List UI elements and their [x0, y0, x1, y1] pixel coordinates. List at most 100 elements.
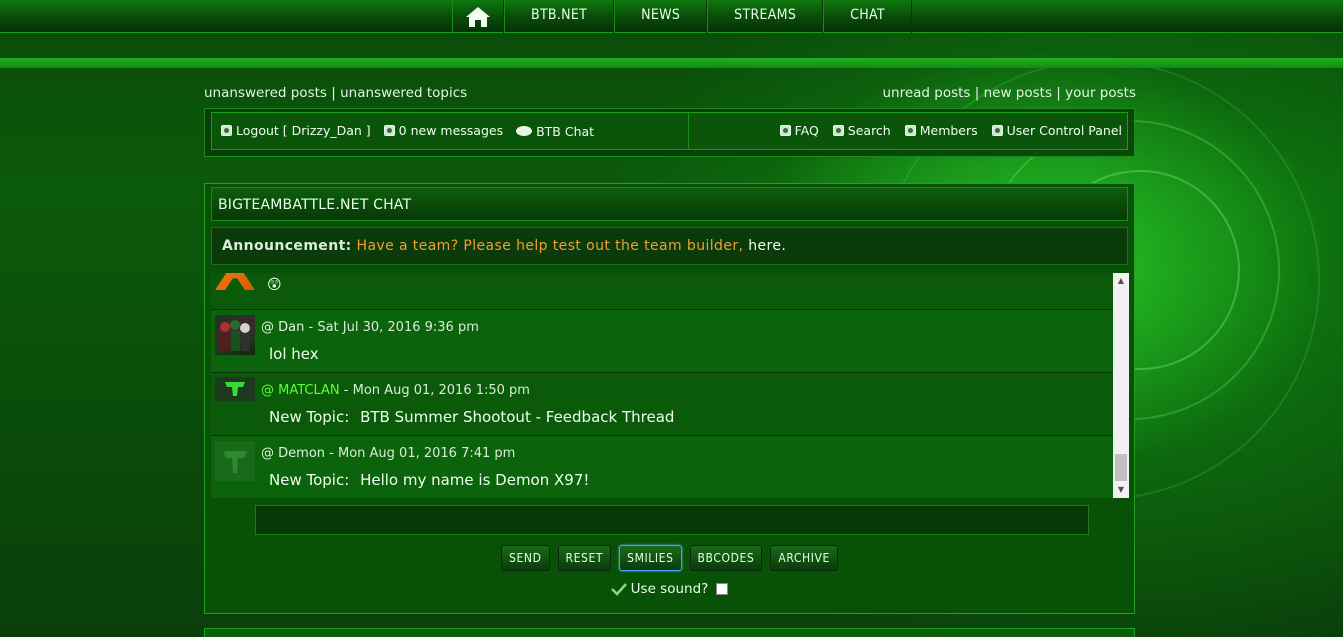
message-date: Mon Aug 01, 2016 7:41 pm: [338, 446, 516, 461]
user-icon: [991, 125, 1003, 136]
avatar: [215, 441, 255, 481]
announcement-label: Announcement:: [222, 238, 352, 254]
topic-title[interactable]: BTB Summer Shootout - Feedback Thread: [360, 408, 674, 426]
avatar: [215, 315, 255, 355]
nav-home[interactable]: [452, 0, 504, 33]
your-posts-link[interactable]: your posts: [1065, 85, 1136, 101]
smilies-button[interactable]: SMILIES: [619, 545, 682, 571]
new-posts-link[interactable]: new posts: [984, 85, 1052, 101]
at-symbol: @: [261, 383, 274, 398]
dash: -: [329, 446, 334, 461]
message-body: New Topic: BTB Summer Shootout - Feedbac…: [269, 408, 674, 426]
mail-icon: [383, 125, 395, 136]
user-bar-left: Logout [ Drizzy_Dan ] 0 new messages BTB…: [221, 123, 603, 139]
dash: -: [343, 383, 349, 398]
nav-news[interactable]: NEWS: [614, 0, 708, 33]
ucp-label: User Control Panel: [1006, 123, 1122, 138]
message-header: @ MATCLAN - Mon Aug 01, 2016 1:50 pm: [261, 383, 530, 398]
at-symbol: @: [261, 446, 274, 461]
avatar: [215, 273, 255, 290]
chat-message: @ Dan - Sat Jul 30, 2016 9:36 pm lol hex: [211, 310, 1113, 373]
search-icon: [832, 125, 844, 136]
chat-title: BIGTEAMBATTLE.NET CHAT: [211, 187, 1128, 221]
members-icon: [904, 125, 916, 136]
right-quick-links: unread posts | new posts | your posts: [882, 85, 1136, 101]
unanswered-topics-link[interactable]: unanswered topics: [340, 85, 467, 101]
logo-icon: [225, 382, 245, 396]
topic-title[interactable]: Hello my name is Demon X97!: [360, 471, 589, 489]
messages-label: 0 new messages: [398, 123, 504, 138]
sound-option: Use sound?: [205, 581, 1134, 597]
logout-link[interactable]: Logout [ Drizzy_Dan ]: [221, 123, 371, 138]
announcement-text: Have a team? Please help test out the te…: [356, 238, 744, 254]
announcement-link[interactable]: here.: [748, 238, 786, 254]
faq-label: FAQ: [794, 123, 819, 138]
topic-label: New Topic:: [269, 408, 350, 426]
avatar: [215, 377, 255, 401]
message-username[interactable]: Demon: [278, 446, 325, 461]
members-label: Members: [919, 123, 978, 138]
bbcodes-button[interactable]: BBCODES: [689, 545, 763, 571]
search-link[interactable]: Search: [832, 123, 891, 138]
message-date: Sat Jul 30, 2016 9:36 pm: [317, 320, 479, 335]
left-quick-links: unanswered posts | unanswered topics: [204, 85, 467, 101]
chat-bubble-icon: [516, 126, 533, 136]
dash: -: [308, 320, 314, 335]
faq-icon: [779, 125, 791, 136]
sound-label: Use sound?: [630, 581, 709, 597]
message-username[interactable]: Dan: [278, 320, 304, 335]
chat-scrollbar[interactable]: ▲ ▼: [1113, 273, 1129, 498]
logout-icon: [221, 125, 232, 136]
message-body: lol hex: [269, 345, 319, 363]
btb-chat-link[interactable]: BTB Chat: [516, 124, 594, 139]
at-symbol: @: [261, 320, 274, 335]
message-header: @ Dan - Sat Jul 30, 2016 9:36 pm: [261, 320, 479, 335]
chat-message: 😲: [211, 273, 1113, 310]
message-date: Mon Aug 01, 2016 1:50 pm: [352, 383, 530, 398]
nav-chat[interactable]: CHAT: [823, 0, 912, 33]
messages-link[interactable]: 0 new messages: [383, 123, 504, 138]
user-bar-inner: Logout [ Drizzy_Dan ] 0 new messages BTB…: [211, 112, 1128, 150]
home-icon: [466, 6, 490, 27]
chat-message: @ MATCLAN - Mon Aug 01, 2016 1:50 pm New…: [211, 373, 1113, 436]
members-link[interactable]: Members: [904, 123, 978, 138]
chat-message: @ Demon - Mon Aug 01, 2016 7:41 pm New T…: [211, 436, 1113, 498]
link-separator: |: [974, 85, 980, 101]
sound-checkbox[interactable]: [716, 583, 729, 595]
scroll-down-icon[interactable]: ▼: [1113, 482, 1129, 498]
message-body: 😲: [267, 277, 282, 293]
reset-button[interactable]: RESET: [557, 545, 612, 571]
group-avatar-icon: [220, 320, 250, 351]
topic-label: New Topic:: [269, 471, 350, 489]
link-separator: |: [1056, 85, 1061, 101]
scroll-up-icon[interactable]: ▲: [1113, 273, 1129, 289]
message-username[interactable]: MATCLAN: [278, 383, 340, 398]
next-panel-edge: [204, 628, 1135, 637]
scroll-thumb[interactable]: [1115, 454, 1127, 481]
unanswered-posts-link[interactable]: unanswered posts: [204, 85, 327, 101]
send-button[interactable]: SEND: [501, 545, 550, 571]
message-header: @ Demon - Mon Aug 01, 2016 7:41 pm: [261, 446, 515, 461]
faq-link[interactable]: FAQ: [779, 123, 819, 138]
checkmark-icon: [610, 583, 627, 596]
chat-input[interactable]: [255, 505, 1089, 535]
nav-btb-net[interactable]: BTB.NET: [504, 0, 615, 33]
logout-label: Logout [ Drizzy_Dan ]: [236, 123, 371, 138]
top-navigation: BTB.NET NEWS STREAMS CHAT: [0, 0, 1343, 33]
search-label: Search: [847, 123, 891, 138]
logo-icon: [223, 451, 247, 473]
message-list: 😲 @ Dan - Sat Jul 30, 2016 9:36 pm lol h…: [211, 273, 1113, 498]
nav-menu: BTB.NET NEWS STREAMS CHAT: [452, 0, 912, 33]
unread-posts-link[interactable]: unread posts: [882, 85, 970, 101]
ucp-link[interactable]: User Control Panel: [991, 123, 1122, 138]
link-separator: |: [331, 85, 336, 101]
chat-panel: BIGTEAMBATTLE.NET CHAT Announcement: Hav…: [204, 183, 1135, 614]
header-band: [0, 58, 1343, 68]
chat-messages[interactable]: 😲 @ Dan - Sat Jul 30, 2016 9:36 pm lol h…: [211, 273, 1129, 498]
archive-button[interactable]: ARCHIVE: [770, 545, 838, 571]
announcement: Announcement: Have a team? Please help t…: [211, 227, 1128, 265]
divider: [688, 113, 689, 149]
nav-streams[interactable]: STREAMS: [707, 0, 824, 33]
message-body: New Topic: Hello my name is Demon X97!: [269, 471, 589, 489]
btb-chat-label: BTB Chat: [536, 123, 595, 139]
